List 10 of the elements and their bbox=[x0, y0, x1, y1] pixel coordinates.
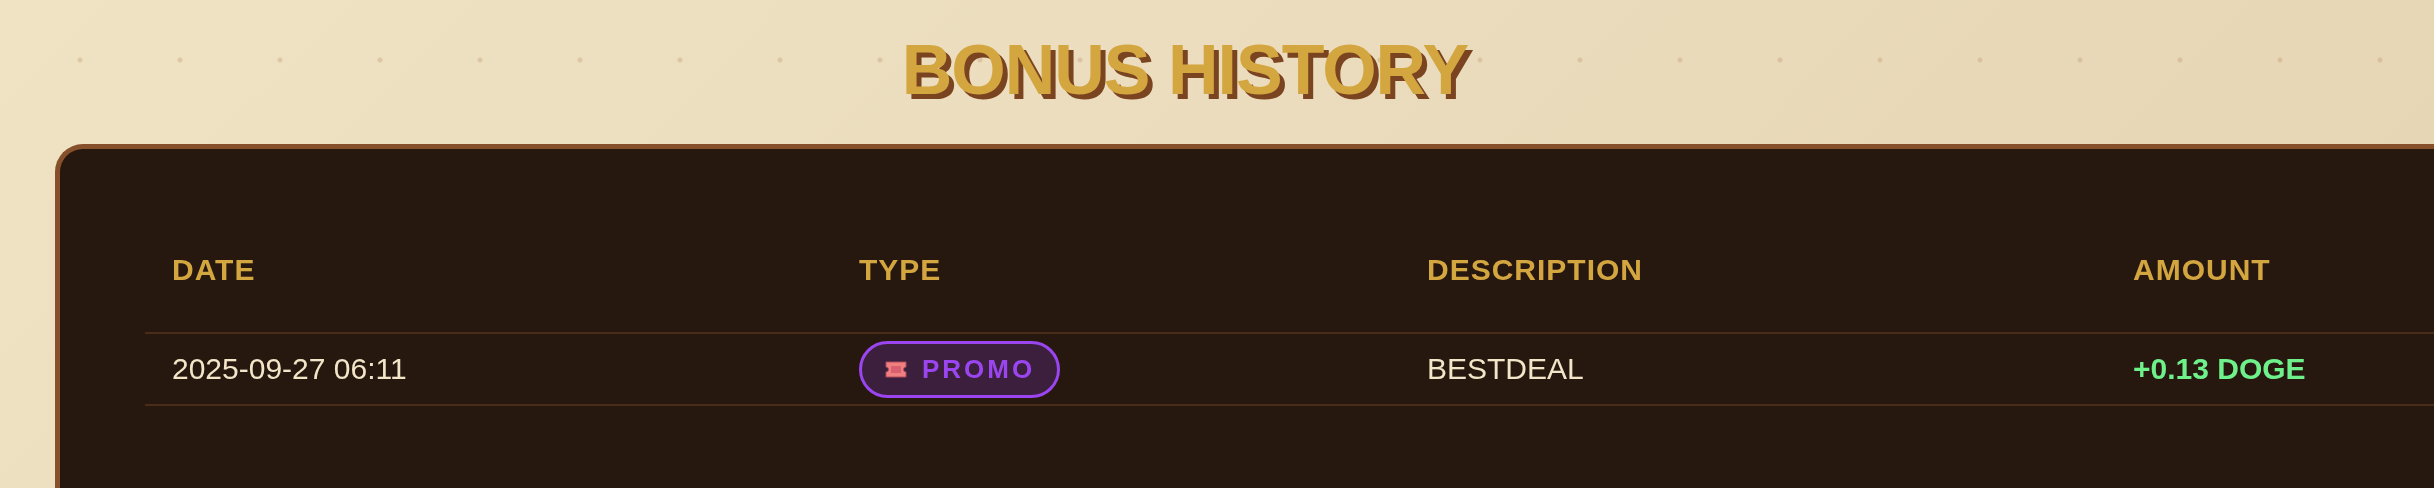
ticket-icon bbox=[884, 360, 908, 378]
type-badge: PROMO bbox=[859, 340, 1061, 398]
page-title: BONUS HISTORY bbox=[901, 30, 1469, 111]
table-cell: 2025-09-27 06:11 bbox=[172, 352, 407, 386]
table-cell: BESTDEAL bbox=[1427, 352, 1584, 386]
column-header: AMOUNT bbox=[2133, 252, 2271, 287]
column-header: DESCRIPTION bbox=[1427, 252, 1644, 287]
column-header: DATE bbox=[172, 252, 256, 287]
column-header: TYPE bbox=[859, 252, 942, 287]
amount-text: +0.13 DOGE bbox=[2133, 352, 2306, 386]
